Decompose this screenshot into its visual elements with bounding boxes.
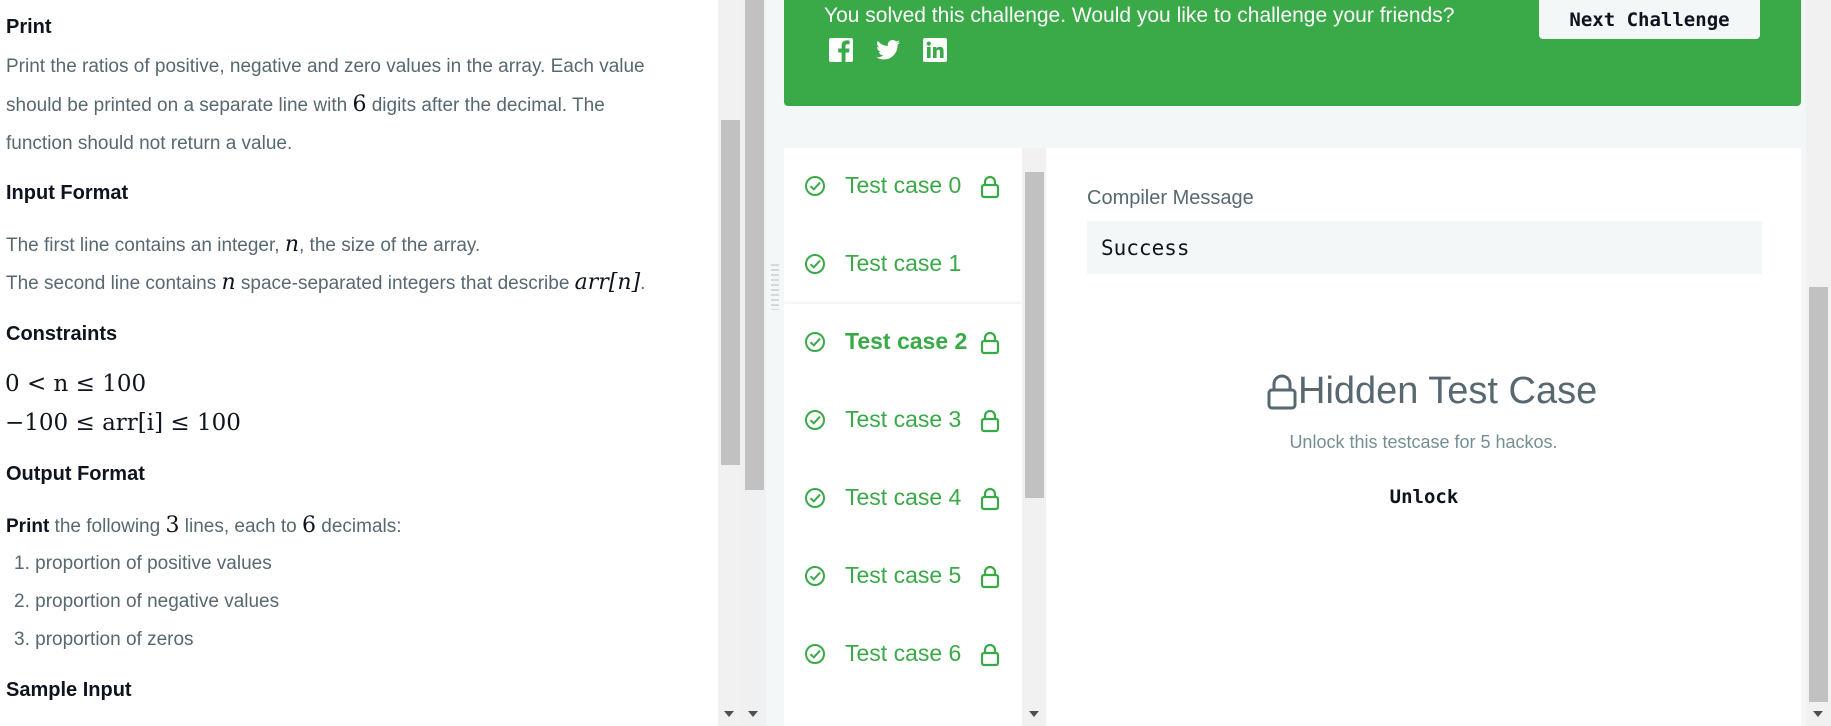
test-case-item[interactable]: Test case 4	[784, 460, 1022, 538]
unlock-hint: Unlock this testcase for 5 hackos.	[1289, 432, 1558, 452]
constraint-arr: −100 ≤ arr[i] ≤ 100	[5, 410, 241, 436]
test-case-label: Test case 6	[845, 640, 962, 666]
constraint-n: 0 < n ≤ 100	[5, 371, 147, 397]
test-case-item[interactable]: Test case 1	[784, 226, 1022, 304]
test-case-list: Test case 0 Test case 1 Test case 2 Test ca…	[784, 148, 1022, 726]
test-case-label: Test case 0	[845, 172, 962, 198]
scroll-down-arrow-icon[interactable]	[1813, 711, 1823, 717]
scroll-down-arrow-icon[interactable]	[748, 711, 758, 717]
unlock-button[interactable]: Unlock	[1364, 486, 1484, 518]
sample-input-heading: Sample Input	[6, 679, 132, 701]
input-format-heading: Input Format	[6, 182, 129, 204]
lock-icon	[979, 331, 1001, 355]
check-circle-icon	[804, 331, 826, 353]
input-format-line-2: The second line contains n space-separat…	[6, 270, 646, 295]
print-description: Print the ratios of positive, negative a…	[6, 56, 645, 154]
output-format-heading: Output Format	[6, 463, 145, 485]
lock-icon	[979, 175, 1001, 199]
test-case-label: Test case 1	[845, 250, 962, 276]
check-circle-icon	[804, 487, 826, 509]
scroll-down-arrow-icon[interactable]	[724, 711, 734, 717]
test-case-item[interactable]: Test case 5	[784, 538, 1022, 616]
problem-scrollbar-thumb[interactable]	[721, 120, 740, 465]
splitter-scrollbar-thumb[interactable]	[745, 0, 764, 490]
lock-icon	[979, 409, 1001, 433]
linkedin-icon[interactable]	[922, 37, 948, 63]
check-circle-icon	[804, 565, 826, 587]
input-format-line-1: The first line contains an integer, n, t…	[6, 232, 481, 257]
lock-icon	[1267, 374, 1297, 409]
test-case-label: Test case 3	[845, 406, 962, 432]
lock-icon	[979, 487, 1001, 511]
facebook-icon[interactable]	[828, 37, 854, 63]
constraints-heading: Constraints	[6, 323, 118, 345]
hidden-test-case-title: Hidden Test Case	[1266, 370, 1597, 413]
output-format-intro: Print the following 3 lines, each to 6 d…	[6, 513, 402, 538]
problem-statement-panel: Print Print the ratios of positive, nega…	[0, 0, 718, 726]
output-list-item: 2. proportion of negative values	[14, 591, 280, 612]
compiler-message-output: Success	[1087, 221, 1762, 274]
test-case-item[interactable]: Test case 3	[784, 382, 1022, 460]
check-circle-icon	[804, 175, 826, 197]
test-case-item[interactable]: Test case 6	[784, 616, 1022, 694]
print-heading: Print	[6, 16, 52, 38]
twitter-icon[interactable]	[875, 37, 901, 63]
test-case-item[interactable]: Test case 2	[784, 304, 1022, 382]
lock-icon	[979, 643, 1001, 667]
resize-grip-icon[interactable]	[771, 264, 779, 310]
output-list-item: 1. proportion of positive values	[14, 553, 272, 574]
test-case-label: Test case 2	[845, 328, 968, 354]
check-circle-icon	[804, 253, 826, 275]
compiler-message-label: Compiler Message	[1087, 187, 1254, 209]
scroll-down-arrow-icon[interactable]	[1029, 711, 1039, 717]
check-circle-icon	[804, 643, 826, 665]
next-challenge-button[interactable]: Next Challenge	[1539, 0, 1760, 39]
test-case-label: Test case 5	[845, 562, 962, 588]
test-case-scrollbar-thumb[interactable]	[1025, 172, 1044, 498]
output-list-item: 3. proportion of zeros	[14, 629, 194, 650]
lock-icon	[979, 565, 1001, 589]
test-case-item[interactable]: Test case 0	[784, 148, 1022, 226]
check-circle-icon	[804, 409, 826, 431]
success-message: You solved this challenge. Would you lik…	[824, 4, 1455, 27]
page-scrollbar-thumb[interactable]	[1809, 287, 1828, 702]
test-case-label: Test case 4	[845, 484, 962, 510]
